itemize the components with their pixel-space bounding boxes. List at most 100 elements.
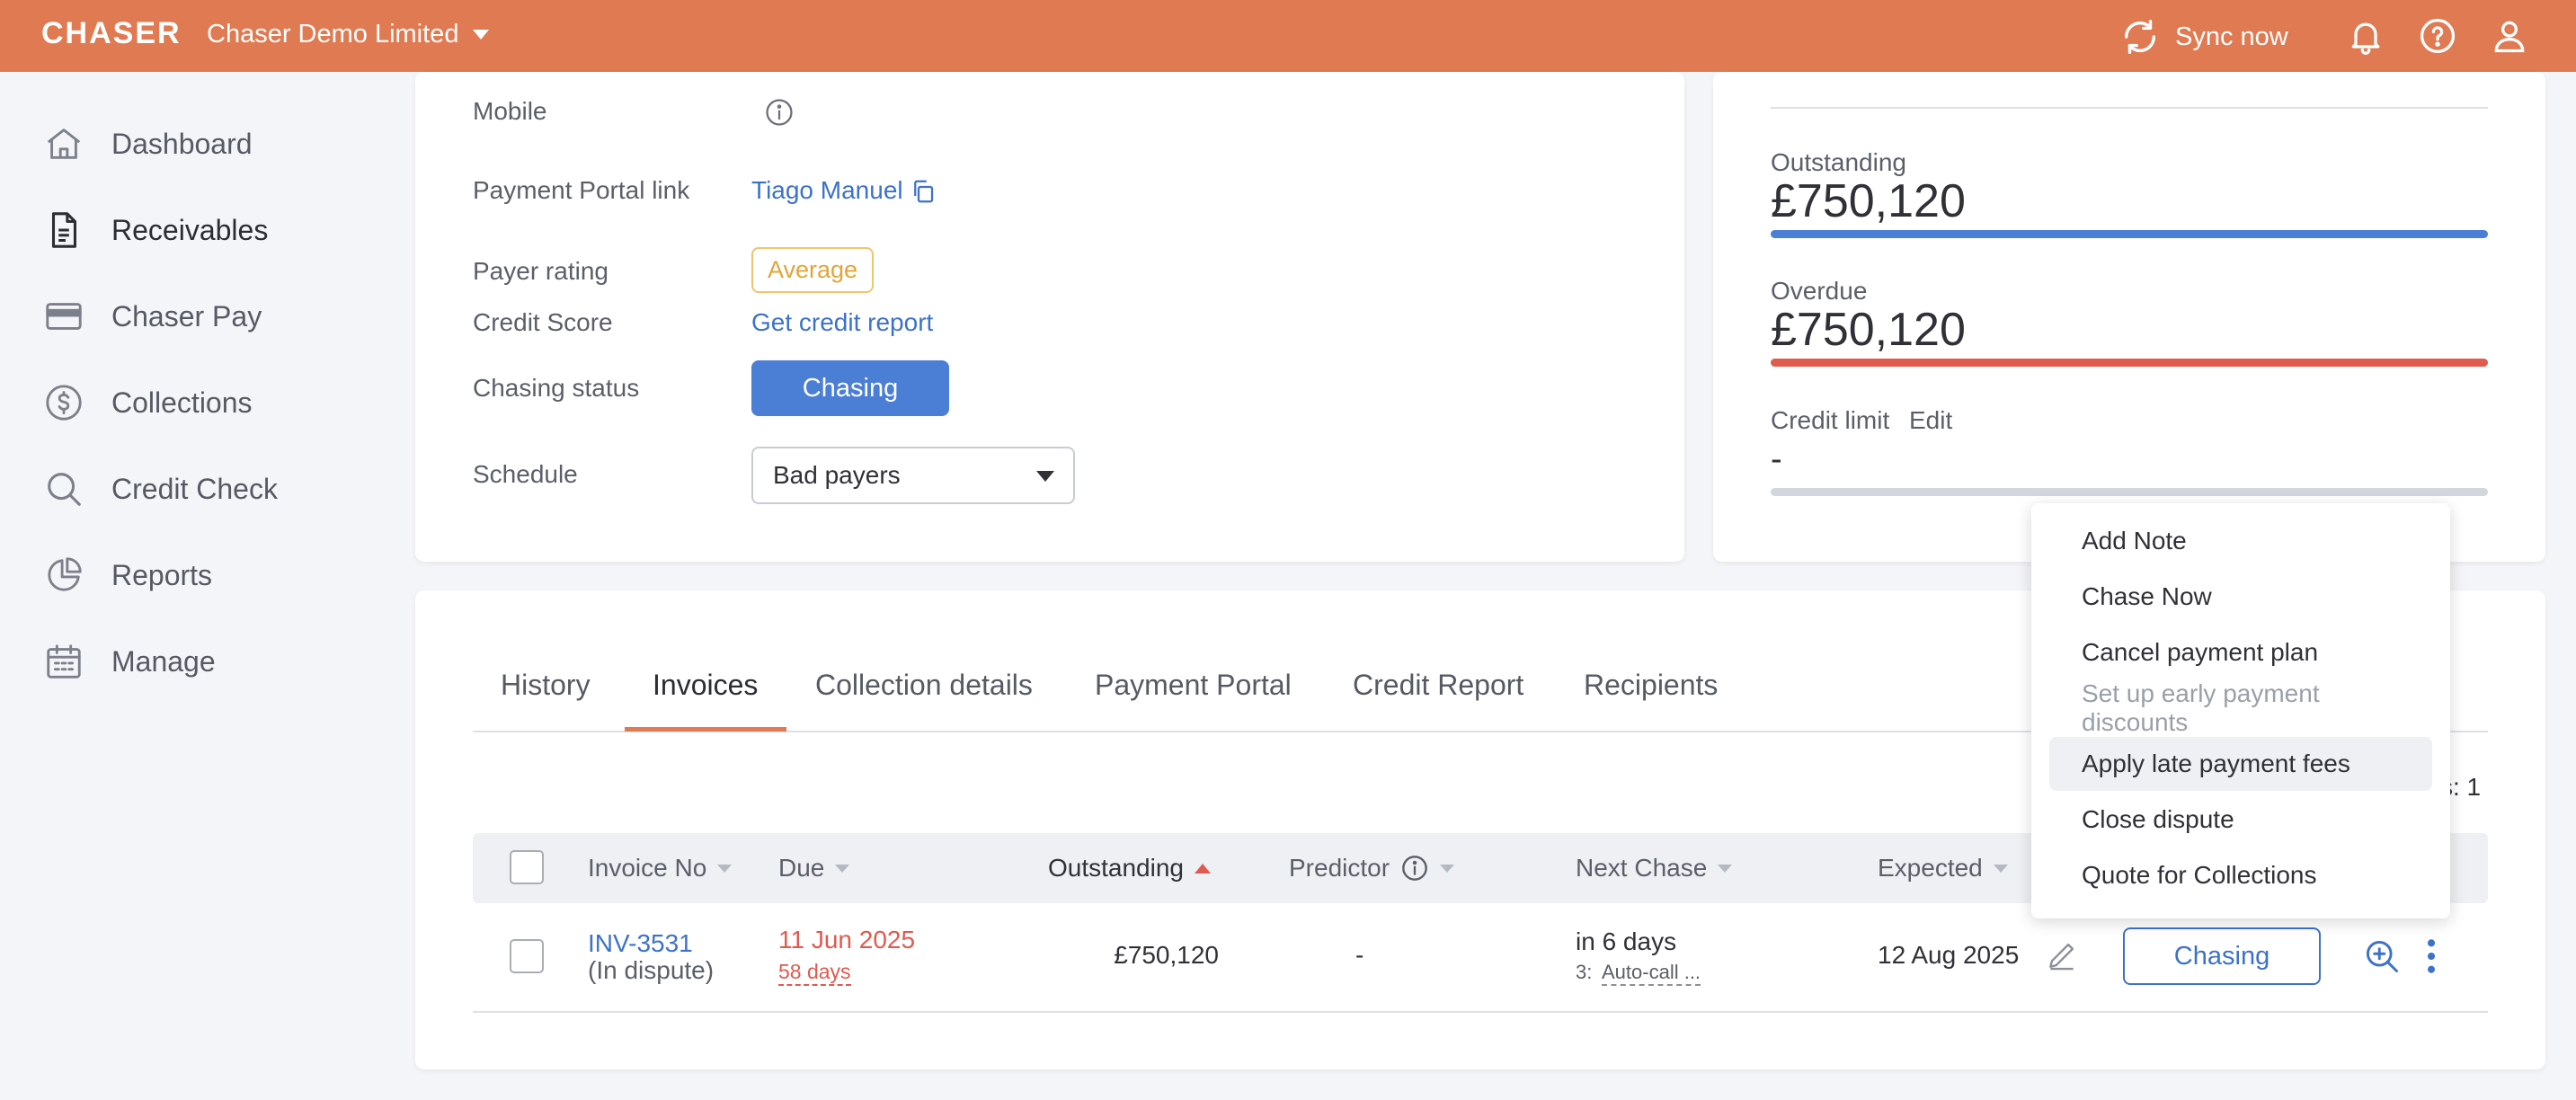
column-due[interactable]: Due bbox=[778, 854, 850, 883]
menu-item-apply-late-payment-fees[interactable]: Apply late payment fees bbox=[2049, 737, 2432, 791]
menu-item-early-payment-discounts: Set up early payment discounts bbox=[2082, 679, 2320, 736]
sidebar-item-label: Credit Check bbox=[111, 472, 278, 505]
more-vertical-icon[interactable] bbox=[2418, 936, 2445, 976]
menu-item-add-note[interactable]: Add Note bbox=[2049, 514, 2432, 568]
sort-ascending-icon bbox=[1195, 863, 1211, 874]
sync-icon bbox=[2124, 20, 2156, 54]
mobile-label: Mobile bbox=[473, 97, 547, 125]
tab-invoices[interactable]: Invoices bbox=[653, 669, 758, 702]
next-chase-step-link[interactable]: Auto-call ... bbox=[1602, 961, 1701, 986]
organization-name: Chaser Demo Limited bbox=[207, 20, 459, 49]
select-all-checkbox[interactable] bbox=[510, 850, 544, 884]
credit-limit-value: - bbox=[1771, 440, 1782, 478]
chevron-down-icon bbox=[1036, 471, 1054, 482]
sidebar-item-label: Chaser Pay bbox=[111, 299, 262, 333]
sidebar-item-label: Dashboard bbox=[111, 127, 253, 160]
column-label: Due bbox=[778, 854, 825, 882]
sidebar-item-label: Manage bbox=[111, 644, 216, 678]
overdue-days[interactable]: 58 days bbox=[778, 960, 851, 986]
outstanding-amount: £750,120 bbox=[1114, 941, 1219, 969]
sidebar-item-credit-check[interactable]: Credit Check bbox=[43, 462, 278, 516]
sort-icon bbox=[1993, 864, 2008, 873]
column-expected[interactable]: Expected bbox=[1878, 854, 2008, 883]
schedule-select-value: Bad payers bbox=[773, 461, 901, 489]
invoice-dispute-note: (In dispute) bbox=[588, 956, 715, 984]
row-divider bbox=[473, 1011, 2488, 1013]
column-invoice-no[interactable]: Invoice No bbox=[588, 854, 733, 883]
sync-now-button[interactable]: Sync now bbox=[2119, 16, 2288, 58]
sort-icon bbox=[1718, 864, 1733, 873]
sidebar-item-manage[interactable]: Manage bbox=[43, 634, 216, 688]
overdue-label: Overdue bbox=[1771, 277, 1868, 305]
overdue-value: £750,120 bbox=[1771, 304, 1966, 356]
menu-item-cancel-payment-plan[interactable]: Cancel payment plan bbox=[2049, 625, 2432, 679]
sidebar-item-chaser-pay[interactable]: Chaser Pay bbox=[43, 289, 262, 343]
outstanding-bar bbox=[1771, 230, 2488, 238]
payment-portal-link[interactable]: Tiago Manuel bbox=[751, 176, 903, 205]
credit-limit-edit-link[interactable]: Edit bbox=[1909, 406, 1952, 435]
sidebar-item-label: Collections bbox=[111, 386, 253, 419]
sidebar-item-receivables[interactable]: Receivables bbox=[43, 203, 268, 257]
pie-chart-icon bbox=[48, 557, 82, 591]
info-icon[interactable] bbox=[1400, 854, 1429, 883]
app-logo[interactable]: CHASER bbox=[41, 16, 182, 51]
outstanding-value: £750,120 bbox=[1771, 175, 1966, 227]
home-icon bbox=[47, 129, 81, 159]
outstanding-bar-fill bbox=[1771, 230, 2488, 238]
tab-collection-details[interactable]: Collection details bbox=[815, 669, 1033, 702]
column-label: Predictor bbox=[1289, 854, 1390, 882]
invoice-chasing-button[interactable]: Chasing bbox=[2123, 927, 2321, 985]
predictor-value: - bbox=[1355, 941, 1364, 969]
column-label: Invoice No bbox=[588, 854, 707, 882]
column-next-chase[interactable]: Next Chase bbox=[1576, 854, 1733, 883]
card-icon bbox=[46, 303, 82, 330]
payer-rating-label: Payer rating bbox=[473, 257, 608, 285]
sort-icon bbox=[717, 864, 733, 873]
info-icon[interactable] bbox=[764, 97, 795, 128]
dollar-circle-icon bbox=[46, 385, 82, 421]
schedule-select[interactable]: Bad payers bbox=[751, 447, 1075, 504]
organization-switcher[interactable]: Chaser Demo Limited bbox=[207, 20, 490, 49]
sidebar-item-dashboard[interactable]: Dashboard bbox=[43, 117, 253, 171]
chasing-status-button[interactable]: Chasing bbox=[751, 360, 949, 416]
sidebar-item-reports[interactable]: Reports bbox=[43, 548, 212, 602]
column-label: Next Chase bbox=[1576, 854, 1708, 882]
edit-pencil-icon[interactable] bbox=[2045, 938, 2079, 972]
get-credit-report-link[interactable]: Get credit report bbox=[751, 308, 933, 337]
divider bbox=[1771, 107, 2488, 109]
search-icon bbox=[48, 473, 81, 506]
column-outstanding[interactable]: Outstanding bbox=[1048, 854, 1211, 883]
sort-icon bbox=[1440, 864, 1455, 873]
zoom-in-icon[interactable] bbox=[2362, 936, 2402, 976]
menu-item-chase-now[interactable]: Chase Now bbox=[2049, 570, 2432, 624]
menu-item-quote-for-collections[interactable]: Quote for Collections bbox=[2049, 848, 2432, 902]
sort-icon bbox=[835, 864, 850, 873]
column-predictor[interactable]: Predictor bbox=[1289, 854, 1455, 883]
row-checkbox[interactable] bbox=[510, 939, 544, 973]
tab-recipients[interactable]: Recipients bbox=[1584, 669, 1718, 702]
user-icon[interactable] bbox=[2490, 16, 2529, 56]
active-tab-indicator bbox=[625, 727, 786, 732]
tab-payment-portal[interactable]: Payment Portal bbox=[1095, 669, 1292, 702]
invoice-number-link[interactable]: INV-3531 bbox=[588, 929, 693, 958]
overdue-bar-fill bbox=[1771, 359, 2488, 367]
next-chase-step-number: 3: bbox=[1576, 961, 1593, 983]
schedule-label: Schedule bbox=[473, 460, 578, 488]
copy-icon[interactable] bbox=[910, 178, 937, 205]
column-label: Expected bbox=[1878, 854, 1983, 882]
outstanding-label: Outstanding bbox=[1771, 148, 1906, 176]
credit-score-label: Credit Score bbox=[473, 308, 613, 336]
tab-history[interactable]: History bbox=[501, 669, 591, 702]
menu-item-close-dispute[interactable]: Close dispute bbox=[2049, 793, 2432, 847]
payment-portal-label: Payment Portal link bbox=[473, 176, 690, 204]
bell-icon[interactable] bbox=[2346, 16, 2385, 56]
help-icon[interactable] bbox=[2418, 16, 2457, 56]
chevron-down-icon bbox=[473, 30, 490, 40]
column-label: Outstanding bbox=[1048, 854, 1184, 882]
overdue-bar bbox=[1771, 359, 2488, 367]
sidebar-item-collections[interactable]: Collections bbox=[43, 376, 253, 430]
tab-credit-report[interactable]: Credit Report bbox=[1353, 669, 1523, 702]
calendar-icon bbox=[47, 644, 81, 679]
sidebar-item-label: Receivables bbox=[111, 213, 269, 246]
credit-limit-label: Credit limit bbox=[1771, 406, 1890, 434]
